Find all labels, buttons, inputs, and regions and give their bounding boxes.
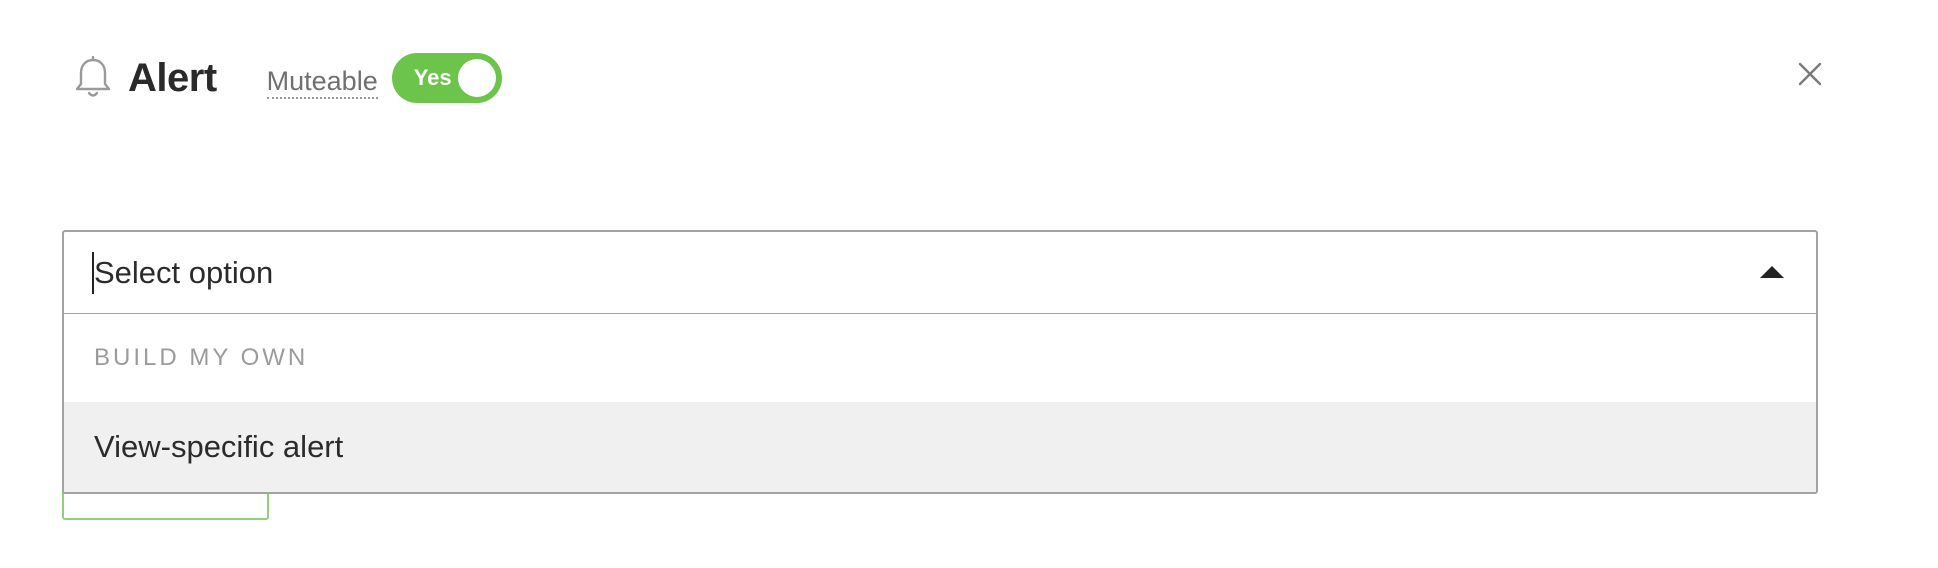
- page-title: Alert: [128, 55, 217, 100]
- muteable-toggle[interactable]: Yes: [391, 53, 502, 103]
- toggle-label: Yes: [413, 65, 452, 90]
- close-icon: [1798, 62, 1822, 86]
- alert-panel: Alert Muteable Yes Select option BUILD M…: [0, 0, 1938, 568]
- text-cursor: [92, 252, 94, 294]
- close-button[interactable]: [1792, 56, 1828, 92]
- select-placeholder: Select option: [94, 254, 274, 290]
- option-group-header: BUILD MY OWN: [94, 344, 309, 371]
- select-dropdown-menu: BUILD MY OWN View-specific alert: [62, 314, 1818, 494]
- bell-icon: [70, 52, 116, 104]
- option-view-specific-alert[interactable]: View-specific alert: [64, 402, 1816, 492]
- alert-header: Alert Muteable Yes: [70, 50, 502, 106]
- alert-type-select[interactable]: Select option: [62, 230, 1818, 314]
- muteable-label: Muteable: [266, 66, 378, 99]
- toggle-knob: [457, 59, 496, 97]
- caret-up-icon[interactable]: [1760, 266, 1784, 278]
